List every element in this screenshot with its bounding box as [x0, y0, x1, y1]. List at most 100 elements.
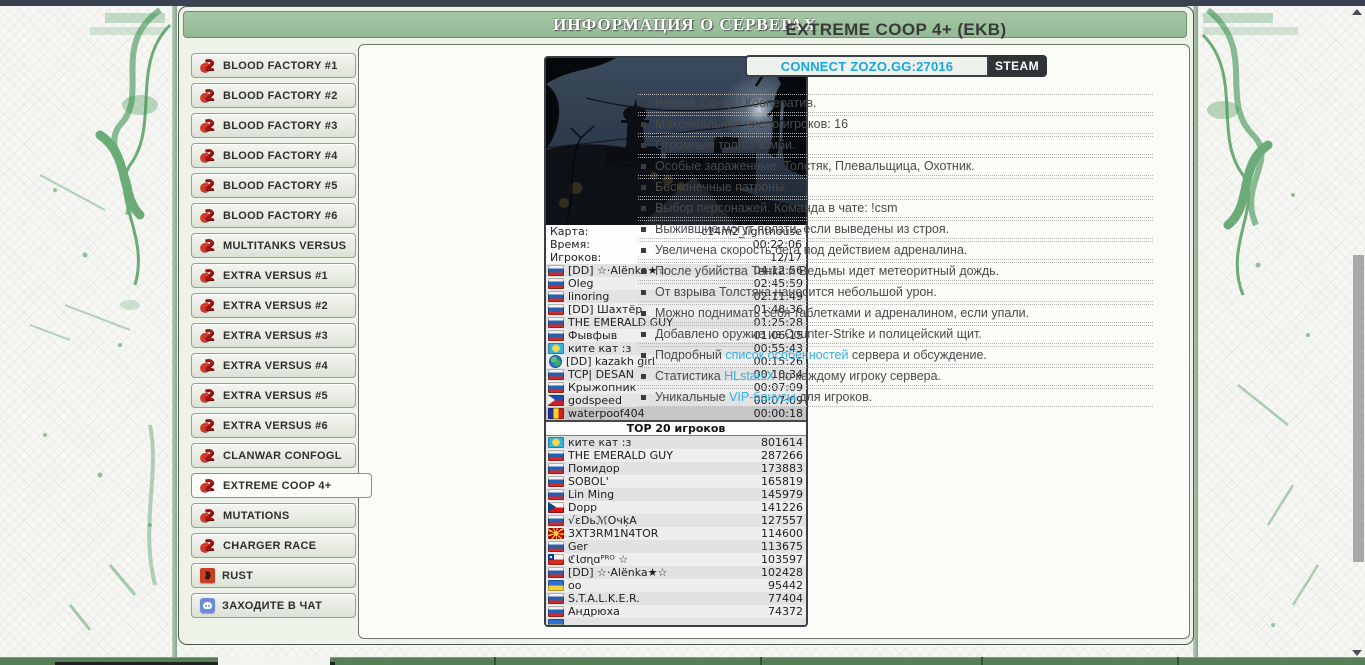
sidebar-item-label: EXTRA VERSUS #5: [223, 390, 328, 402]
sidebar-item-mutations[interactable]: MUTATIONS: [191, 503, 356, 528]
top-player-name: Ger: [568, 540, 761, 553]
ru-flag-icon: [548, 278, 564, 289]
sidebar-item-label: EXTRA VERSUS #6: [223, 420, 328, 432]
feature-text: Подробный: [655, 348, 725, 362]
sidebar-item-extra-versus-#4[interactable]: EXTRA VERSUS #4: [191, 353, 356, 378]
l4d2-icon: [200, 358, 216, 374]
top-player-score: 127557: [761, 514, 803, 527]
sidebar-item-rust[interactable]: RUST: [191, 563, 356, 588]
feature-link[interactable]: список особенностей: [725, 348, 848, 362]
sidebar-item-blood-factory-#2[interactable]: BLOOD FACTORY #2: [191, 83, 356, 108]
scrollbar-down-icon[interactable]: [1352, 650, 1362, 656]
feature-item: Подробный список особенностей сервера и …: [638, 346, 1153, 365]
discord-icon: [200, 598, 215, 613]
sidebar-item-extra-versus-#1[interactable]: EXTRA VERSUS #1: [191, 263, 356, 288]
l4d2-icon: [200, 178, 216, 194]
top-player-row: SOBOL'165819: [546, 475, 806, 488]
top-player-row: Dopp141226: [546, 501, 806, 514]
sidebar-item-label: BLOOD FACTORY #2: [223, 90, 338, 102]
mk-flag-icon: [548, 528, 564, 539]
footer-separator: [760, 657, 762, 665]
sidebar-item-extra-versus-#3[interactable]: EXTRA VERSUS #3: [191, 323, 356, 348]
sidebar-item-blood-factory-#4[interactable]: BLOOD FACTORY #4: [191, 143, 356, 168]
sidebar-item-extreme-coop-4+[interactable]: EXTREME COOP 4+: [191, 473, 372, 498]
scrollbar-up-icon[interactable]: [1352, 9, 1362, 15]
top-player-name: ките кат :з: [568, 436, 761, 449]
top-player-name: Помидор: [568, 462, 761, 475]
feature-link[interactable]: VIP-бонусы: [729, 390, 796, 404]
sidebar-item-extra-versus-#5[interactable]: EXTRA VERSUS #5: [191, 383, 356, 408]
sidebar-item-заходите-в-чат[interactable]: ЗАХОДИТЕ В ЧАТ: [191, 593, 356, 618]
ru-flag-icon: [548, 593, 564, 604]
ua-flag-icon: [548, 619, 564, 627]
sidebar-item-label: BLOOD FACTORY #1: [223, 60, 338, 72]
player-time: 00:00:18: [754, 407, 803, 420]
sidebar-item-label: CLANWAR CONFOGL: [223, 450, 342, 462]
feature-item: Огромные толпы зомби.: [638, 136, 1153, 155]
sidebar-item-label: EXTRA VERSUS #4: [223, 360, 328, 372]
footer-separator: [494, 657, 496, 665]
footer-strip: [0, 657, 1365, 665]
sidebar-item-label: MUTATIONS: [223, 510, 289, 522]
top-player-score: 103597: [761, 553, 803, 566]
ua-flag-icon: [548, 580, 564, 591]
l4d2-icon: [200, 448, 216, 464]
top-player-name: SOBOL': [568, 475, 761, 488]
steam-button[interactable]: STEAM: [989, 55, 1047, 77]
feature-text: сервера и обсуждение.: [848, 348, 986, 362]
ru-flag-icon: [548, 606, 564, 617]
kz-flag-icon: [548, 343, 564, 354]
feature-text: Можно поднимать себя таблетками и адрена…: [655, 306, 1029, 320]
cl-flag-icon: [548, 554, 564, 565]
feature-text: Особые зараженные: Толстяк, Плевальщица,…: [655, 159, 975, 173]
grunge-art-right: [1198, 5, 1353, 645]
connect-button[interactable]: CONNECT ZOZO.GG:27016: [745, 55, 989, 77]
top-player-row: Помидор173883: [546, 462, 806, 475]
l4d2-icon: [200, 538, 216, 554]
sidebar-item-blood-factory-#6[interactable]: BLOOD FACTORY #6: [191, 203, 356, 228]
sidebar-item-label: BLOOD FACTORY #3: [223, 120, 338, 132]
top-player-score: 801614: [761, 436, 803, 449]
sidebar-item-label: BLOOD FACTORY #4: [223, 150, 338, 162]
sidebar-item-blood-factory-#1[interactable]: BLOOD FACTORY #1: [191, 53, 356, 78]
top-player-score: 77404: [768, 592, 803, 605]
sidebar-item-extra-versus-#6[interactable]: EXTRA VERSUS #6: [191, 413, 356, 438]
ru-flag-icon: [548, 515, 564, 526]
ru-flag-icon: [548, 382, 564, 393]
sidebar-item-charger-race[interactable]: CHARGER RACE: [191, 533, 356, 558]
feature-text: Статистика: [655, 369, 724, 383]
ro-flag-icon: [548, 408, 564, 419]
sidebar-item-label: EXTRA VERSUS #2: [223, 300, 328, 312]
top-player-name: THE EMERALD GUY: [568, 449, 761, 462]
ru-flag-icon: [548, 369, 564, 380]
feature-text: Уникальные: [655, 390, 729, 404]
l4d2-icon: [200, 238, 216, 254]
scrollbar-thumb[interactable]: [1353, 255, 1364, 562]
top-player-row: Lin Ming145979: [546, 488, 806, 501]
l4d2-icon: [200, 58, 216, 74]
top-player-name: oo: [568, 579, 768, 592]
feature-text: Максимальное число игроков: 16: [655, 117, 848, 131]
ru-flag-icon: [548, 317, 564, 328]
sidebar-item-blood-factory-#5[interactable]: BLOOD FACTORY #5: [191, 173, 356, 198]
connect-bar: CONNECT ZOZO.GG:27016 STEAM: [638, 55, 1154, 77]
top-player-row: ките кат :з801614: [546, 436, 806, 449]
feature-text: по каждому игроку сервера.: [775, 369, 941, 383]
sidebar-item-label: ЗАХОДИТЕ В ЧАТ: [222, 600, 322, 612]
l4d2-icon: [200, 118, 216, 134]
top-player-name: Андрюха: [568, 605, 768, 618]
sidebar-item-label: EXTRA VERSUS #1: [223, 270, 328, 282]
sidebar-item-blood-factory-#3[interactable]: BLOOD FACTORY #3: [191, 113, 356, 138]
feature-text: От взрыва Толстяка наносится небольшой у…: [655, 285, 937, 299]
sidebar-item-extra-versus-#2[interactable]: EXTRA VERSUS #2: [191, 293, 356, 318]
ru-flag-icon: [548, 476, 564, 487]
top-player-score: 173883: [761, 462, 803, 475]
top-player-score: 74372: [768, 605, 803, 618]
feature-item: Режим: Co-op / Кооператив.: [638, 94, 1153, 113]
top-player-name: √εDьℳОчķA: [568, 514, 761, 527]
top-player-name: ℭƖơɳɑᴾᴿᴼ ☆: [568, 553, 761, 566]
feature-link[interactable]: HLstatsX: [724, 369, 775, 383]
sidebar-item-clanwar-confogl[interactable]: CLANWAR CONFOGL: [191, 443, 356, 468]
sidebar-item-multitanks-versus[interactable]: MULTITANKS VERSUS: [191, 233, 356, 258]
feature-item: Статистика HLstatsX по каждому игроку се…: [638, 367, 1153, 386]
